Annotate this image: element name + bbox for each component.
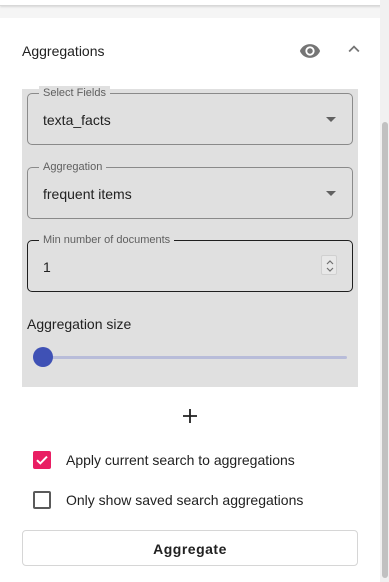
aggregation-value: frequent items	[43, 186, 132, 202]
chevron-up-icon[interactable]	[343, 38, 365, 60]
scrollbar-thumb[interactable]	[382, 122, 388, 578]
min-documents-label: Min number of documents	[39, 233, 175, 247]
aggregate-button-label: Aggregate	[153, 541, 227, 557]
only-saved-search-checkbox[interactable]	[33, 491, 51, 509]
aggregation-size-slider[interactable]	[33, 347, 347, 367]
panel-title: Aggregations	[22, 43, 105, 59]
aggregations-panel-header[interactable]: Aggregations	[0, 18, 380, 82]
add-aggregation-button[interactable]	[178, 404, 202, 428]
aggregate-button[interactable]: Aggregate	[22, 530, 358, 566]
scrollbar[interactable]	[380, 0, 389, 582]
previous-card-edge	[0, 0, 384, 6]
slider-thumb[interactable]	[33, 347, 53, 367]
aggregation-size-label: Aggregation size	[27, 316, 132, 332]
arrow-drop-down-icon	[326, 191, 336, 196]
aggregation-settings: Select Fields texta_facts Aggregation fr…	[22, 86, 358, 387]
plus-icon	[183, 409, 197, 423]
arrow-drop-down-icon	[326, 117, 336, 122]
aggregation-dropdown[interactable]: Aggregation frequent items	[27, 160, 353, 219]
number-spinner-icon[interactable]	[321, 255, 337, 275]
check-icon	[36, 455, 48, 465]
aggregation-label: Aggregation	[39, 160, 107, 174]
eye-icon[interactable]	[297, 40, 323, 62]
min-documents-value: 1	[43, 259, 51, 275]
apply-current-search-label: Apply current search to aggregations	[66, 452, 295, 468]
select-fields-label: Select Fields	[39, 86, 110, 100]
apply-current-search-checkbox[interactable]	[33, 451, 51, 469]
slider-track[interactable]	[33, 356, 347, 359]
select-fields-dropdown[interactable]: Select Fields texta_facts	[27, 86, 353, 145]
select-fields-value: texta_facts	[43, 112, 111, 128]
min-documents-input[interactable]: Min number of documents 1	[27, 233, 353, 292]
only-saved-search-label: Only show saved search aggregations	[66, 492, 304, 508]
aggregations-panel: Aggregations Select Fields texta_facts A…	[0, 18, 380, 582]
